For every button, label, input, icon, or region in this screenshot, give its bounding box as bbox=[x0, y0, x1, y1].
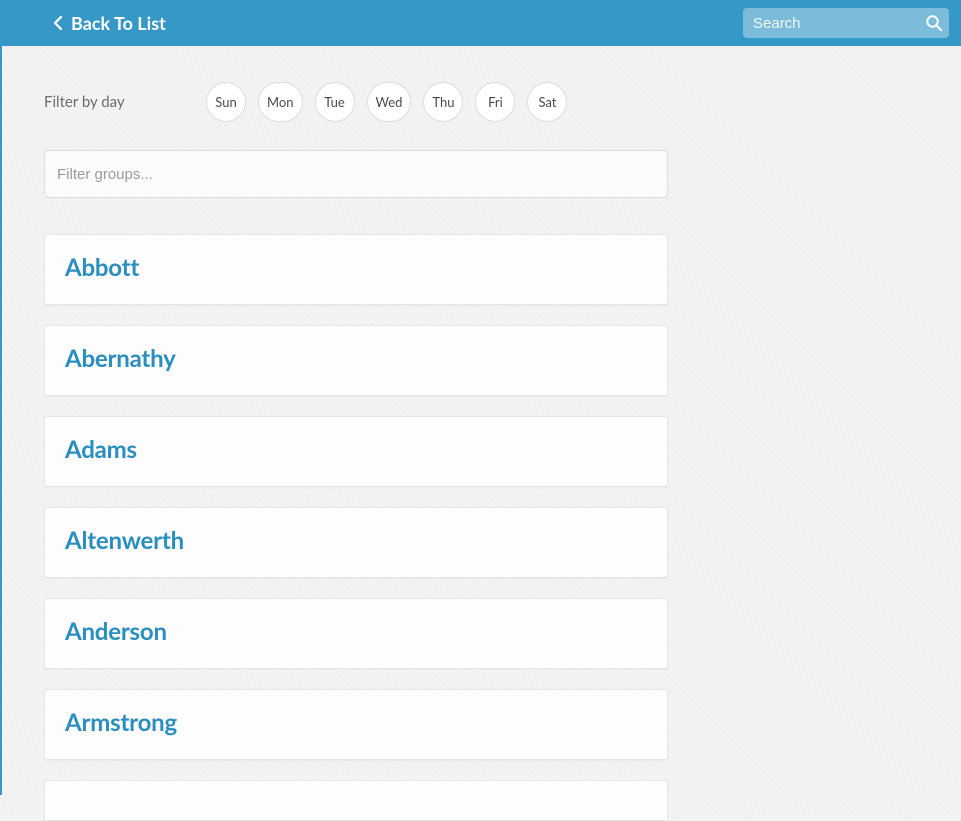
day-pill-sat[interactable]: Sat bbox=[527, 82, 567, 122]
group-title: Adams bbox=[65, 435, 647, 464]
group-list: Abbott Abernathy Adams Altenwerth Anders… bbox=[44, 234, 668, 821]
group-card[interactable]: Abernathy bbox=[44, 325, 668, 396]
search-icon[interactable] bbox=[925, 14, 943, 32]
day-pill-thu[interactable]: Thu bbox=[423, 82, 463, 122]
chevron-left-icon bbox=[54, 16, 63, 30]
left-accent-strip bbox=[0, 46, 2, 795]
group-title: Armstrong bbox=[65, 708, 647, 737]
filter-by-day-row: Filter by day Sun Mon Tue Wed Thu Fri Sa… bbox=[44, 82, 668, 122]
filter-by-day-label: Filter by day bbox=[44, 93, 206, 111]
group-card[interactable]: Anderson bbox=[44, 598, 668, 669]
search-wrap bbox=[743, 8, 949, 38]
search-input[interactable] bbox=[743, 8, 949, 38]
day-pill-sun[interactable]: Sun bbox=[206, 82, 246, 122]
day-pill-wed[interactable]: Wed bbox=[367, 82, 412, 122]
group-title: Abernathy bbox=[65, 344, 647, 373]
group-card[interactable]: Armstrong bbox=[44, 689, 668, 760]
group-card[interactable]: Abbott bbox=[44, 234, 668, 305]
filter-groups-input[interactable] bbox=[44, 150, 668, 198]
day-pill-mon[interactable]: Mon bbox=[258, 82, 303, 122]
day-filter-pills: Sun Mon Tue Wed Thu Fri Sat bbox=[206, 82, 567, 122]
main-content: Filter by day Sun Mon Tue Wed Thu Fri Sa… bbox=[0, 46, 668, 821]
group-card[interactable]: Adams bbox=[44, 416, 668, 487]
group-title bbox=[65, 791, 647, 820]
day-pill-tue[interactable]: Tue bbox=[315, 82, 355, 122]
back-to-list-label: Back To List bbox=[71, 12, 166, 34]
back-to-list-link[interactable]: Back To List bbox=[0, 12, 166, 34]
group-title: Anderson bbox=[65, 617, 647, 646]
group-card[interactable]: Altenwerth bbox=[44, 507, 668, 578]
group-title: Abbott bbox=[65, 253, 647, 282]
top-bar: Back To List bbox=[0, 0, 961, 46]
day-pill-fri[interactable]: Fri bbox=[475, 82, 515, 122]
group-title: Altenwerth bbox=[65, 526, 647, 555]
group-card[interactable] bbox=[44, 780, 668, 821]
